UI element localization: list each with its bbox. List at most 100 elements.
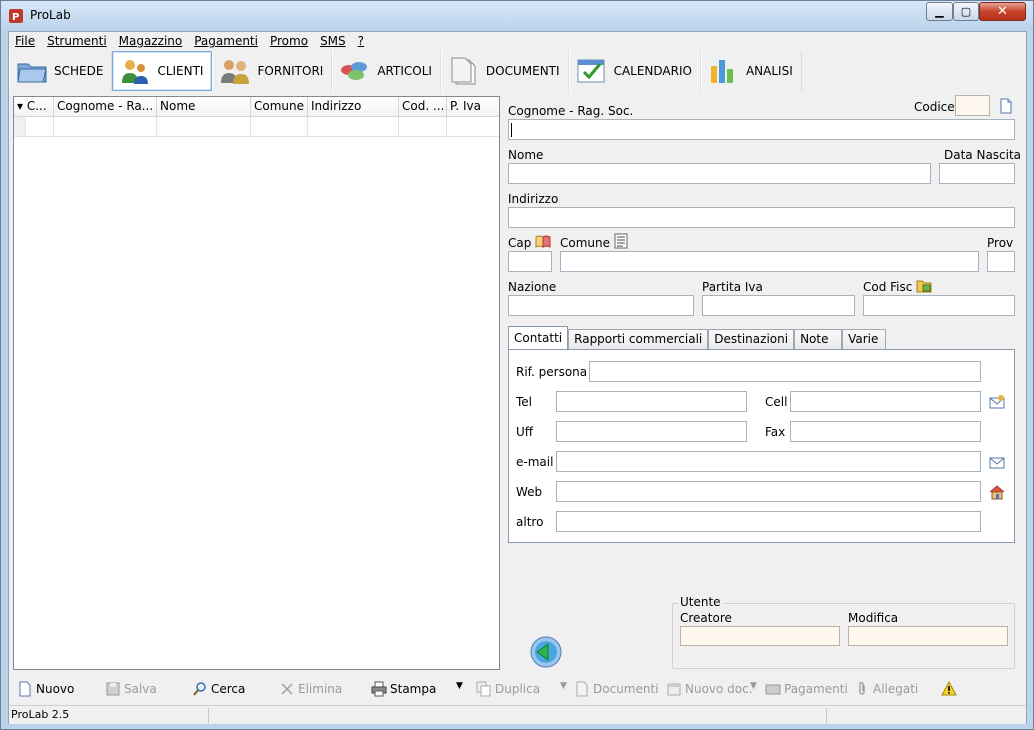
allegati-label: Allegati — [873, 682, 919, 696]
fax-field[interactable] — [790, 421, 981, 442]
tab-contatti[interactable]: Contatti — [508, 326, 569, 350]
home-icon[interactable] — [989, 484, 1005, 500]
cap-field[interactable] — [508, 251, 552, 272]
tab-varie[interactable]: Varie — [842, 329, 887, 350]
web-field[interactable] — [556, 481, 981, 502]
col-cod-fisc[interactable]: Cod. ... — [399, 97, 447, 116]
email-field[interactable] — [556, 451, 981, 472]
toolbar-calendario-label: CALENDARIO — [613, 64, 692, 78]
main-toolbar: SCHEDE CLIENTI FORNITORI ARTICOLI DOCUME… — [9, 51, 1026, 92]
articles-icon — [341, 62, 368, 80]
nuovo-doc-button[interactable]: Nuovo doc. — [666, 681, 753, 697]
close-icon: ✕ — [997, 4, 1008, 19]
allegati-button[interactable]: Allegati — [854, 681, 918, 697]
table-row[interactable] — [14, 117, 499, 137]
cod-fisc-field[interactable] — [863, 295, 1015, 316]
menu-promo[interactable]: Promo — [264, 34, 314, 48]
cod-fisc-calc-icon[interactable] — [916, 277, 932, 293]
minimize-button[interactable]: ▁ — [926, 2, 953, 21]
toolbar-clienti-button[interactable]: CLIENTI — [112, 51, 213, 91]
toolbar-analisi-button[interactable]: ANALISI — [700, 51, 802, 91]
nome-label: Nome — [508, 148, 544, 162]
clients-icon — [122, 60, 149, 84]
menu-file[interactable]: File — [9, 34, 41, 48]
back-arrow-icon[interactable] — [529, 635, 563, 669]
documenti-button[interactable]: Documenti — [574, 681, 659, 697]
web-label: Web — [516, 485, 543, 499]
search-icon — [193, 682, 206, 696]
tab-rapporti-commerciali[interactable]: Rapporti commerciali — [568, 329, 709, 350]
table-cell — [54, 117, 157, 136]
salva-label: Salva — [124, 682, 157, 696]
nuovo-doc-dropdown-icon[interactable]: ▼ — [750, 681, 757, 691]
tab-destinazioni[interactable]: Destinazioni — [708, 329, 795, 350]
row-selector[interactable] — [14, 117, 26, 136]
stampa-button[interactable]: Stampa — [371, 681, 436, 697]
documents-icon — [451, 57, 476, 85]
altro-field[interactable] — [556, 511, 981, 532]
tab-note[interactable]: Note — [794, 329, 843, 350]
comune-field[interactable] — [560, 251, 979, 272]
menu-strumenti[interactable]: Strumenti — [41, 34, 113, 48]
sms-icon[interactable] — [989, 394, 1005, 410]
documents-small-icon — [576, 681, 588, 697]
col-piva[interactable]: P. Iva — [447, 97, 499, 116]
stampa-dropdown-icon[interactable]: ▼ — [456, 681, 463, 691]
maximize-button[interactable]: ▢ — [953, 2, 979, 21]
nome-field[interactable] — [508, 163, 931, 184]
col-indirizzo[interactable]: Indirizzo — [308, 97, 399, 116]
menu-pagamenti[interactable]: Pagamenti — [188, 34, 264, 48]
list-header: ▾ C... Cognome - Ra... Nome Comune Indir… — [14, 97, 499, 117]
nuovo-button[interactable]: Nuovo — [17, 681, 74, 697]
toolbar-schede-button[interactable]: SCHEDE — [9, 51, 113, 91]
toolbar-fornitori-button[interactable]: FORNITORI — [212, 51, 333, 91]
partita-iva-field[interactable] — [702, 295, 855, 316]
indirizzo-label: Indirizzo — [508, 192, 559, 206]
toolbar-clienti-label: CLIENTI — [157, 64, 204, 78]
clients-list[interactable]: ▾ C... Cognome - Ra... Nome Comune Indir… — [13, 96, 500, 670]
duplica-button[interactable]: Duplica — [476, 681, 540, 697]
close-button[interactable]: ✕ — [979, 2, 1026, 21]
toolbar-calendario-button[interactable]: CALENDARIO — [568, 51, 701, 91]
nazione-field[interactable] — [508, 295, 694, 316]
toolbar-articoli-label: ARTICOLI — [377, 64, 432, 78]
cognome-field[interactable] — [508, 119, 1015, 140]
codice-field[interactable] — [955, 95, 990, 116]
cell-field[interactable] — [790, 391, 981, 412]
email-icon[interactable] — [989, 454, 1005, 470]
indirizzo-field[interactable] — [508, 207, 1015, 228]
pagamenti-button[interactable]: Pagamenti — [765, 681, 848, 697]
menu-help[interactable]: ? — [352, 34, 370, 48]
col-codice[interactable]: ▾ C... — [14, 97, 54, 116]
printer-icon — [371, 681, 387, 697]
warning-icon[interactable] — [941, 681, 957, 697]
col-codice-label: C... — [26, 99, 47, 113]
menu-sms[interactable]: SMS — [314, 34, 352, 48]
nazione-label: Nazione — [508, 280, 557, 294]
actions-bar: Nuovo Salva Cerca Elimina Stampa ▼ Dupli… — [9, 677, 1026, 701]
status-version: ProLab 2.5 — [11, 708, 70, 721]
rif-persona-field[interactable] — [589, 361, 981, 382]
list-icon[interactable] — [613, 233, 629, 249]
modifica-field — [848, 626, 1008, 646]
duplica-dropdown-icon[interactable]: ▼ — [560, 681, 567, 691]
col-cognome[interactable]: Cognome - Ra... — [54, 97, 157, 116]
uff-field[interactable] — [556, 421, 747, 442]
cerca-button[interactable]: Cerca — [192, 681, 245, 697]
toolbar-documenti-label: DOCUMENTI — [485, 64, 560, 78]
elimina-button[interactable]: Elimina — [279, 681, 342, 697]
tel-field[interactable] — [556, 391, 747, 412]
col-comune[interactable]: Comune — [251, 97, 308, 116]
chart-icon — [710, 60, 733, 83]
new-document-icon — [19, 681, 31, 697]
data-nascita-field[interactable] — [939, 163, 1015, 184]
book-icon[interactable] — [535, 233, 551, 249]
toolbar-articoli-button[interactable]: ARTICOLI — [332, 51, 441, 91]
pagamenti-label: Pagamenti — [784, 682, 848, 696]
new-code-icon[interactable] — [998, 98, 1014, 114]
prov-field[interactable] — [987, 251, 1015, 272]
salva-button[interactable]: Salva — [105, 681, 157, 697]
col-nome[interactable]: Nome — [157, 97, 251, 116]
toolbar-documenti-button[interactable]: DOCUMENTI — [440, 51, 569, 91]
menu-magazzino[interactable]: Magazzino — [113, 34, 189, 48]
